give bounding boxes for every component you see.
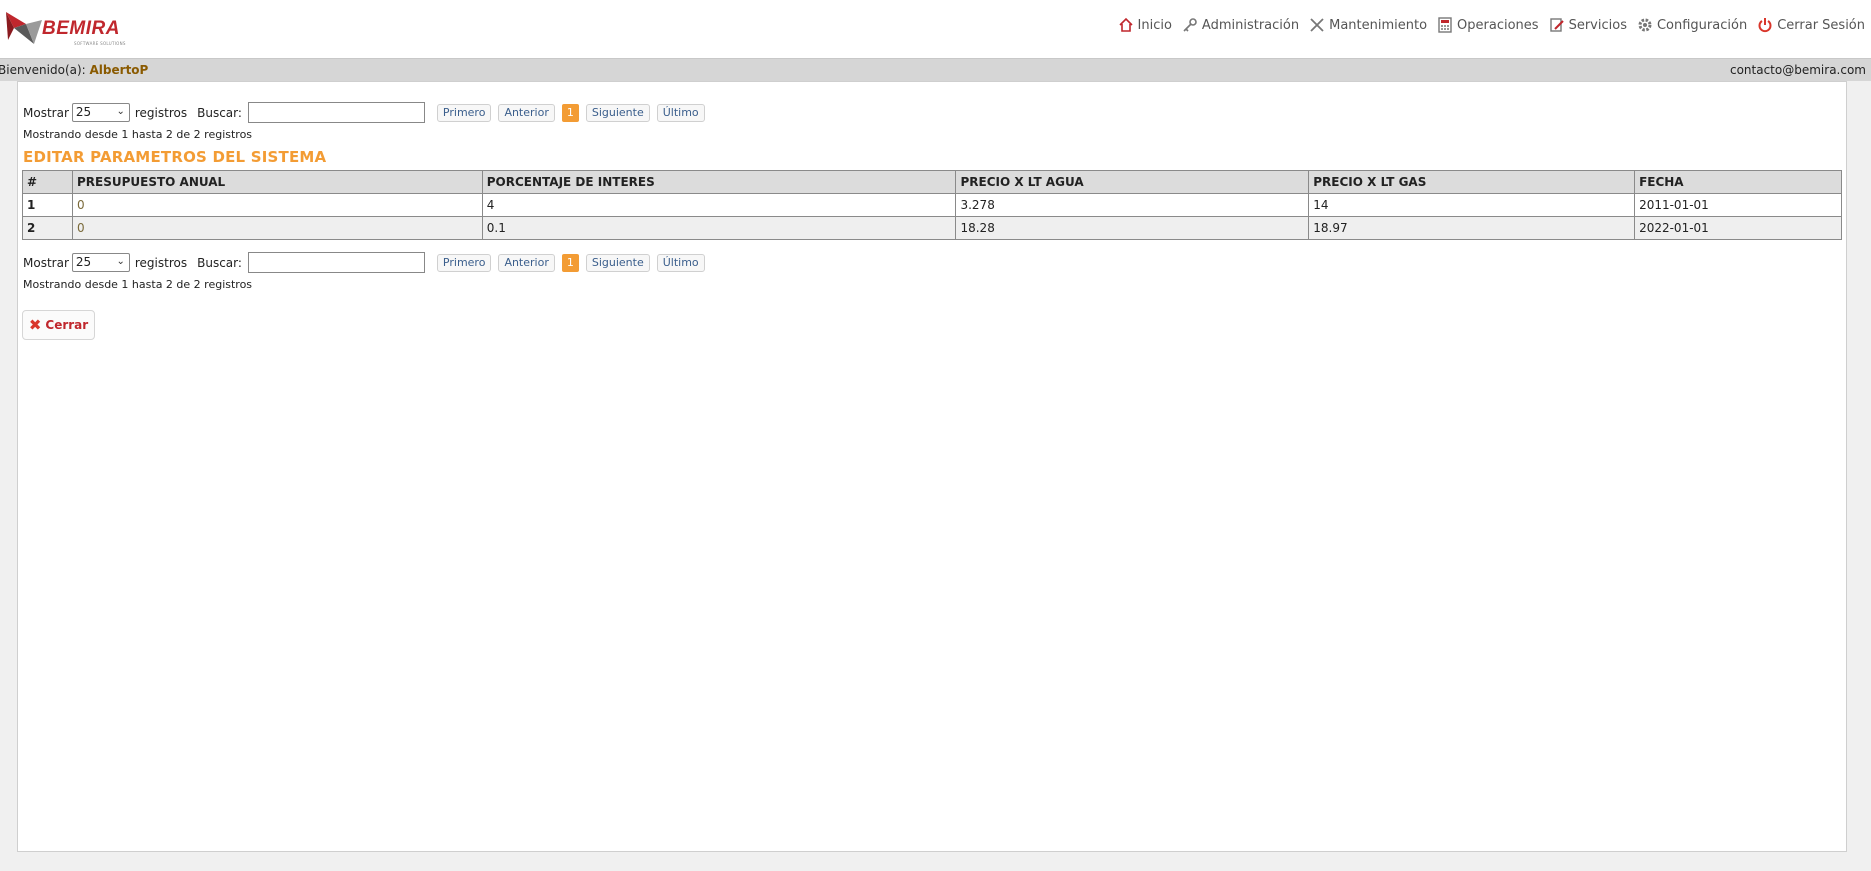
cell-precio-gas: 14: [1308, 193, 1636, 217]
parameters-table: # PRESUPUESTO ANUAL PORCENTAJE DE INTERE…: [22, 170, 1842, 240]
last-page-button[interactable]: Último: [656, 253, 705, 272]
nav-servicios-label: Servicios: [1568, 17, 1627, 33]
welcome-text: Bienvenido(a): AlbertoP: [0, 63, 148, 77]
power-icon: [1757, 17, 1773, 33]
cell-presupuesto-link[interactable]: 0: [71, 193, 483, 217]
search-input[interactable]: [247, 102, 425, 123]
nav-configuracion-label: Configuración: [1656, 17, 1748, 33]
nav-cerrar-sesion[interactable]: Cerrar Sesión: [1757, 17, 1865, 33]
welcome-bar: Bienvenido(a): AlbertoP contacto@bemira.…: [0, 58, 1871, 81]
cell-precio-agua: 3.278: [955, 193, 1310, 217]
cell-presupuesto-link[interactable]: 0: [71, 216, 483, 240]
close-icon: ✖: [28, 316, 42, 334]
calculator-icon: [1437, 17, 1453, 33]
close-button-label: Cerrar: [45, 318, 89, 332]
records-label: registros: [134, 255, 188, 270]
cell-fecha: 2022-01-01: [1634, 216, 1842, 240]
prev-page-button[interactable]: Anterior: [498, 253, 555, 272]
top-navigation: Inicio Administración Mantenimiento Oper…: [1108, 17, 1865, 33]
cell-fecha: 2011-01-01: [1634, 193, 1842, 217]
tools-icon: [1309, 17, 1325, 33]
contact-email: contacto@bemira.com: [1729, 63, 1866, 77]
header-index[interactable]: #: [22, 170, 73, 194]
current-page-button[interactable]: 1: [561, 103, 579, 122]
first-page-button[interactable]: Primero: [436, 103, 492, 122]
header-presupuesto[interactable]: PRESUPUESTO ANUAL: [71, 170, 483, 194]
header-precio-agua[interactable]: PRECIO X LT AGUA: [955, 170, 1310, 194]
nav-administracion[interactable]: Administración: [1182, 17, 1299, 33]
main-panel: Mostrar 25 ⌄ registros Buscar: Primero A…: [17, 81, 1847, 852]
records-info-top: Mostrando desde 1 hasta 2 de 2 registros: [23, 128, 253, 141]
records-label: registros: [134, 105, 188, 120]
table-controls-top: Mostrar 25 ⌄ registros Buscar: Primero A…: [23, 102, 712, 123]
prev-page-button[interactable]: Anterior: [498, 103, 555, 122]
header-precio-gas[interactable]: PRECIO X LT GAS: [1308, 170, 1636, 194]
key-icon: [1182, 17, 1198, 33]
nav-operaciones[interactable]: Operaciones: [1437, 17, 1539, 33]
page-size-value: 25: [75, 255, 92, 269]
cell-porcentaje: 0.1: [481, 216, 957, 240]
logo-text: BEMIRA: [42, 18, 120, 39]
logo-tagline: SOFTWARE SOLUTIONS: [74, 41, 126, 46]
gear-icon: [1637, 17, 1653, 33]
next-page-button[interactable]: Siguiente: [585, 103, 650, 122]
records-info-bottom: Mostrando desde 1 hasta 2 de 2 registros: [23, 278, 253, 291]
chevron-down-icon: ⌄: [116, 256, 125, 267]
table-header-row: # PRESUPUESTO ANUAL PORCENTAJE DE INTERE…: [22, 170, 1842, 194]
chevron-down-icon: ⌄: [116, 106, 125, 117]
table-row[interactable]: 1 0 4 3.278 14 2011-01-01: [22, 193, 1842, 217]
close-button[interactable]: ✖ Cerrar: [22, 310, 95, 340]
search-input[interactable]: [247, 252, 425, 273]
nav-mantenimiento[interactable]: Mantenimiento: [1309, 17, 1427, 33]
table-controls-bottom: Mostrar 25 ⌄ registros Buscar: Primero A…: [23, 252, 712, 273]
nav-servicios[interactable]: Servicios: [1549, 17, 1627, 33]
bemira-logo[interactable]: BEMIRA SOFTWARE SOLUTIONS: [4, 8, 134, 50]
search-label: Buscar:: [197, 105, 242, 120]
welcome-prefix: Bienvenido(a):: [0, 63, 90, 77]
welcome-username: AlbertoP: [89, 63, 149, 77]
edit-icon: [1549, 17, 1565, 33]
nav-cerrar-sesion-label: Cerrar Sesión: [1777, 17, 1865, 33]
cell-porcentaje: 4: [481, 193, 957, 217]
home-icon: [1118, 17, 1134, 33]
cell-index: 2: [22, 216, 73, 240]
show-label: Mostrar: [23, 105, 69, 120]
first-page-button[interactable]: Primero: [436, 253, 492, 272]
nav-mantenimiento-label: Mantenimiento: [1329, 17, 1428, 33]
cell-precio-agua: 18.28: [955, 216, 1310, 240]
cell-index: 1: [22, 193, 73, 217]
nav-inicio-label: Inicio: [1137, 17, 1172, 33]
current-page-button[interactable]: 1: [561, 253, 579, 272]
page-title: EDITAR PARAMETROS DEL SISTEMA: [23, 148, 327, 166]
page-size-select[interactable]: 25 ⌄: [71, 103, 130, 122]
nav-inicio[interactable]: Inicio: [1118, 17, 1172, 33]
nav-configuracion[interactable]: Configuración: [1637, 17, 1747, 33]
cell-precio-gas: 18.97: [1308, 216, 1636, 240]
logo-star-icon: [6, 12, 42, 44]
page-size-value: 25: [75, 105, 92, 119]
nav-administracion-label: Administración: [1201, 17, 1300, 33]
search-label: Buscar:: [197, 255, 242, 270]
header: BEMIRA SOFTWARE SOLUTIONS Inicio Adminis…: [0, 0, 1871, 58]
last-page-button[interactable]: Último: [656, 103, 705, 122]
table-row[interactable]: 2 0 0.1 18.28 18.97 2022-01-01: [22, 216, 1842, 240]
next-page-button[interactable]: Siguiente: [585, 253, 650, 272]
page-size-select[interactable]: 25 ⌄: [71, 253, 130, 272]
header-fecha[interactable]: FECHA: [1634, 170, 1842, 194]
header-porcentaje[interactable]: PORCENTAJE DE INTERES: [481, 170, 957, 194]
nav-operaciones-label: Operaciones: [1457, 17, 1539, 33]
show-label: Mostrar: [23, 255, 69, 270]
